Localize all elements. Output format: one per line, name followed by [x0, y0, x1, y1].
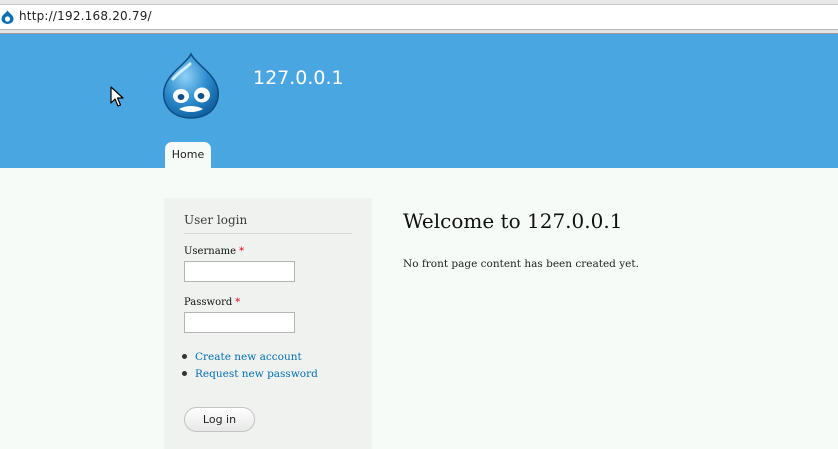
address-url-input[interactable]: http://192.168.20.79/ — [19, 9, 152, 23]
username-input[interactable] — [184, 261, 295, 282]
browser-address-bar[interactable]: http://192.168.20.79/ — [0, 0, 838, 30]
required-marker: * — [235, 297, 241, 308]
site-header: 127.0.0.1 Home — [0, 34, 838, 168]
request-password-link[interactable]: Request new password — [195, 368, 318, 380]
tab-home[interactable]: Home — [165, 142, 211, 168]
page-message: No front page content has been created y… — [403, 258, 639, 270]
list-item: Create new account — [182, 351, 302, 363]
block-title: User login — [184, 213, 248, 227]
password-input[interactable] — [184, 312, 295, 333]
page-title: Welcome to 127.0.0.1 — [403, 209, 623, 233]
bullet-icon — [182, 353, 187, 359]
password-label-text: Password — [184, 297, 233, 308]
username-label: Username * — [184, 246, 244, 257]
login-button[interactable]: Log in — [184, 407, 255, 432]
mouse-cursor-icon — [110, 86, 124, 107]
list-item: Request new password — [182, 368, 318, 380]
create-account-link[interactable]: Create new account — [195, 351, 302, 363]
drupal-logo-icon[interactable] — [159, 52, 223, 120]
username-label-text: Username — [184, 246, 237, 257]
site-name[interactable]: 127.0.0.1 — [253, 67, 344, 89]
user-login-block: User login Username * Password * Create ne… — [164, 198, 372, 449]
browser-toolbar-edge — [0, 0, 838, 5]
block-divider — [184, 233, 352, 234]
required-marker: * — [239, 246, 245, 257]
bullet-icon — [182, 370, 187, 376]
password-label: Password * — [184, 297, 240, 308]
drupal-drop-icon — [1, 10, 14, 24]
